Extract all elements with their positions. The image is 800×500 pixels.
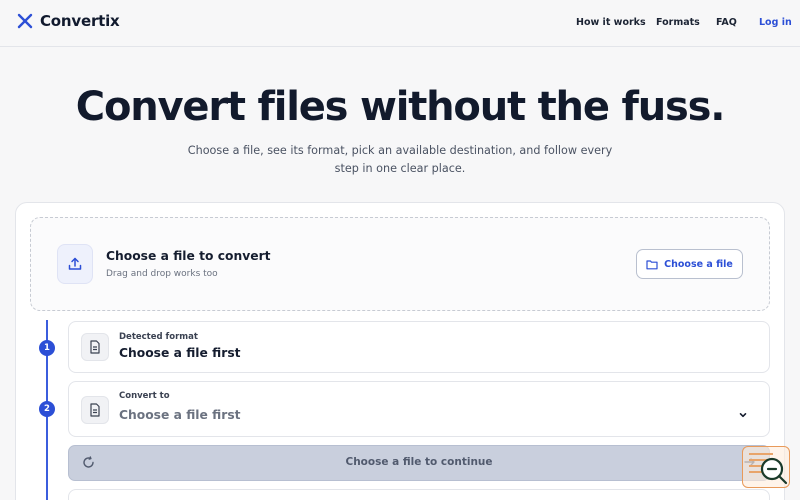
step-1-badge: 1 <box>39 340 55 356</box>
nav-link-faq[interactable]: FAQ <box>716 17 737 28</box>
chat-search-icon <box>760 457 788 485</box>
hero-title: Convert files without the fuss. <box>75 84 726 130</box>
chat-widget-button[interactable] <box>742 446 790 488</box>
choose-file-label: Choose a file <box>664 258 733 270</box>
upload-hint: Drag and drop works too <box>106 269 218 279</box>
brand-logo[interactable]: Convertix <box>17 12 120 30</box>
widget-lines-decoration <box>749 453 773 455</box>
step-2-badge: 2 <box>39 401 55 417</box>
choose-file-button[interactable]: Choose a file <box>636 249 743 279</box>
chevron-down-icon <box>739 413 747 418</box>
detected-format-value: Choose a file first <box>119 346 241 360</box>
nav-link-formats[interactable]: Formats <box>656 17 700 28</box>
nav-link-login[interactable]: Log in <box>759 17 792 28</box>
nav-link-how-it-works[interactable]: How it works <box>576 17 646 28</box>
document-icon <box>81 396 109 424</box>
convert-to-label: Convert to <box>119 391 170 401</box>
document-icon <box>81 333 109 361</box>
detected-format-label: Detected format <box>119 332 198 342</box>
convert-to-value: Choose a file first <box>119 408 241 422</box>
brand-name: Convertix <box>40 12 120 30</box>
x-logo-icon <box>17 13 33 29</box>
continue-label: Choose a file to continue <box>345 456 493 468</box>
folder-icon <box>646 259 658 269</box>
next-step-card <box>68 489 770 500</box>
upload-icon <box>57 244 93 284</box>
top-navigation: Convertix How it works Formats FAQ Log i… <box>0 0 800 47</box>
hero-subtitle: Choose a file, see its format, pick an a… <box>187 144 613 175</box>
upload-title: Choose a file to convert <box>106 249 271 263</box>
